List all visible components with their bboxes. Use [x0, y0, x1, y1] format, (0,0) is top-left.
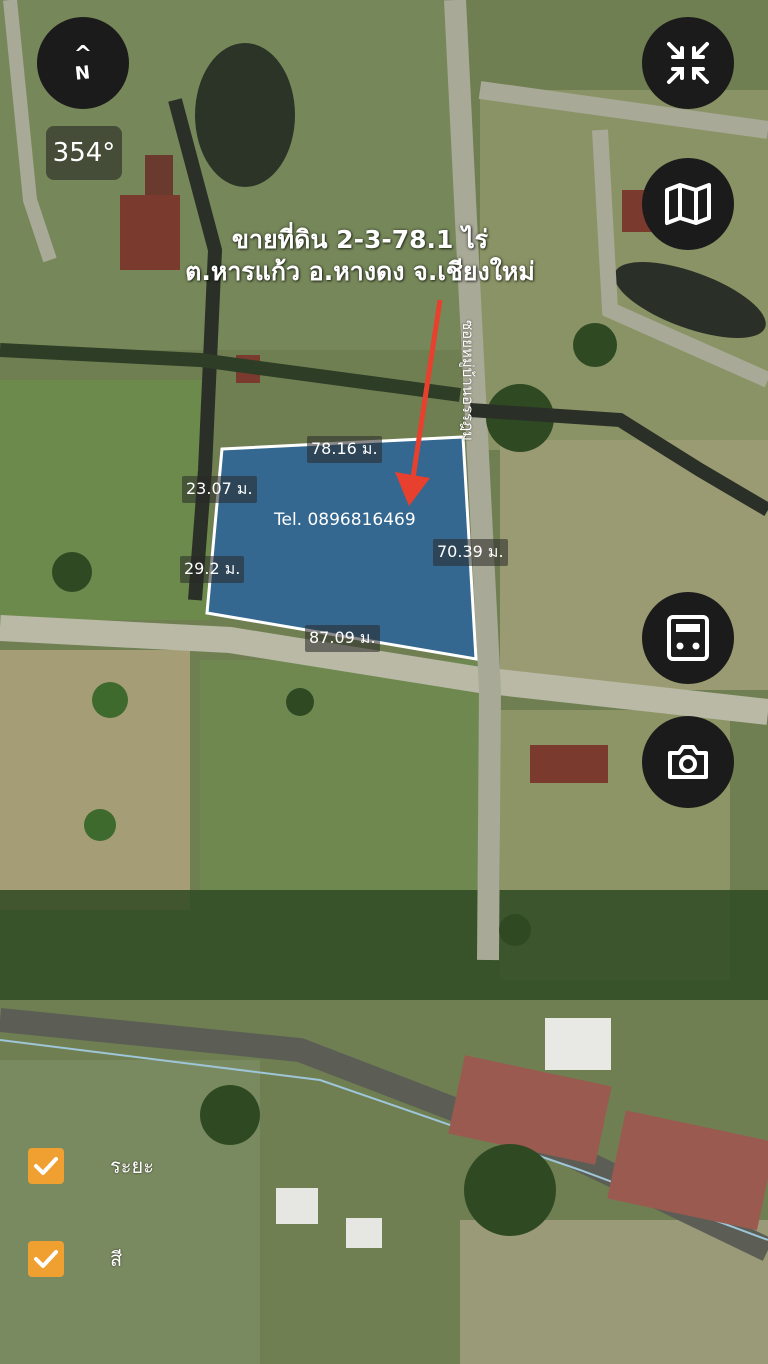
compass-caret: ^: [73, 42, 93, 67]
road-name-label: ซอยหมู่บ้านอรรฎม: [459, 320, 477, 442]
dimension-left-lower: 29.2 ม.: [180, 556, 245, 583]
collapse-icon: [667, 42, 709, 84]
compass-button[interactable]: ^ N: [37, 17, 129, 109]
distance-label: ระยะ: [110, 1154, 154, 1178]
distance-checkbox[interactable]: [28, 1148, 64, 1184]
calculator-button[interactable]: [642, 592, 734, 684]
map-icon: [665, 183, 711, 225]
camera-icon: [668, 745, 708, 779]
check-icon: [34, 1250, 58, 1268]
collapse-button[interactable]: [642, 17, 734, 109]
listing-title: ขายที่ดิน 2-3-78.1 ไร่ ต.หารแก้ว อ.หางดง…: [140, 224, 580, 288]
compass-north-letter: N: [74, 62, 92, 85]
toggle-distance[interactable]: ระยะ: [28, 1148, 154, 1184]
map-layers-button[interactable]: [642, 158, 734, 250]
listing-title-line2: ต.หารแก้ว อ.หางดง จ.เชียงใหม่: [185, 257, 535, 286]
calculator-icon: [667, 615, 709, 661]
dimension-top: 78.16 ม.: [307, 436, 382, 463]
dimension-bottom: 87.09 ม.: [305, 625, 380, 652]
dimension-left-upper: 23.07 ม.: [182, 476, 257, 503]
phone-number: Tel. 0896816469: [274, 510, 416, 530]
toggle-color[interactable]: สี: [28, 1241, 122, 1277]
color-checkbox[interactable]: [28, 1241, 64, 1277]
camera-button[interactable]: [642, 716, 734, 808]
heading-readout: 354°: [46, 126, 122, 180]
color-label: สี: [110, 1247, 123, 1271]
dimension-right: 70.39 ม.: [433, 539, 508, 566]
check-icon: [34, 1157, 58, 1175]
listing-title-line1: ขายที่ดิน 2-3-78.1 ไร่: [231, 225, 489, 254]
